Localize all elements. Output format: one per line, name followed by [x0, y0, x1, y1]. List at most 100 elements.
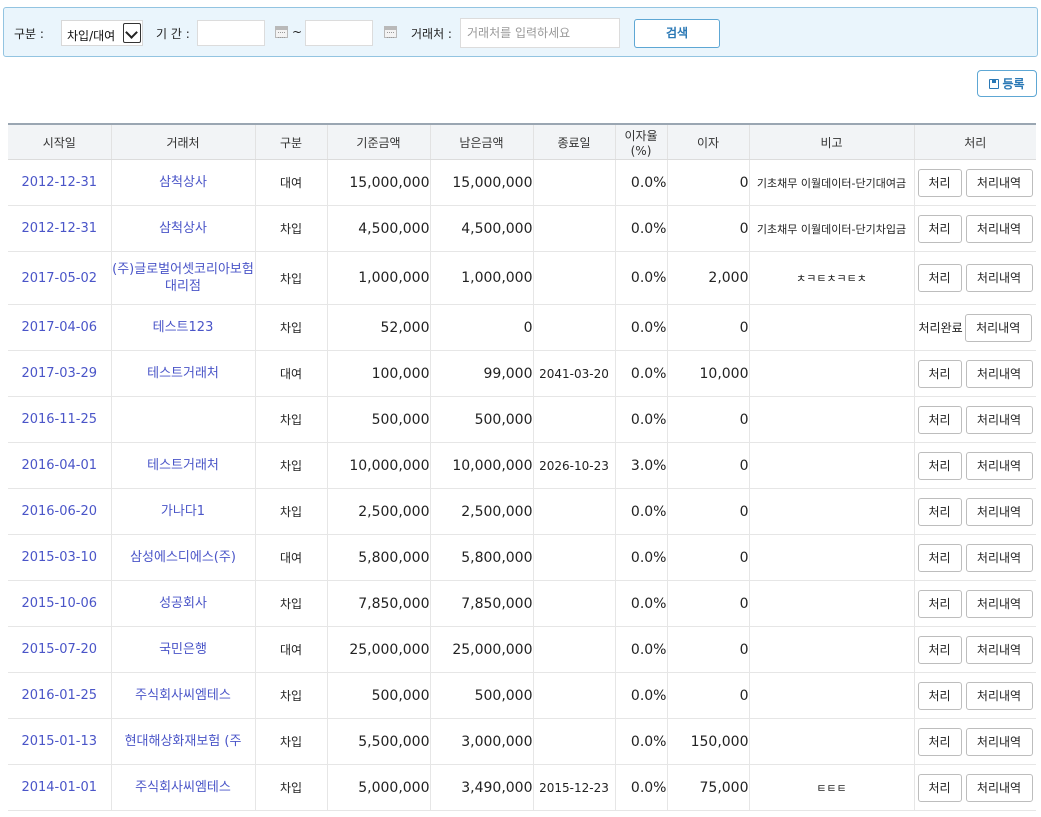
counterparty-cell[interactable]: [111, 396, 256, 443]
counterparty-cell[interactable]: 테스트거래처: [111, 350, 256, 397]
history-button[interactable]: 처리내역: [964, 313, 1032, 342]
counterparty-cell[interactable]: 성공회사: [111, 580, 256, 627]
interest-cell: 0: [667, 205, 750, 252]
end-date-cell: [533, 580, 616, 627]
note-cell: [749, 580, 915, 627]
calendar-icon[interactable]: [275, 26, 288, 38]
interest-rate-cell: 0.0%: [615, 304, 668, 351]
start-date-cell[interactable]: 2016-06-20: [8, 488, 112, 535]
table-row: 2015-07-20 국민은행 대여 25,000,000 25,000,000 0.0%…: [8, 626, 1036, 673]
type-cell: 차입: [255, 251, 328, 305]
counterparty-cell[interactable]: (주)글로벌어셋코리아보험대리점: [111, 251, 256, 305]
process-button[interactable]: 처리: [917, 497, 962, 526]
history-button[interactable]: 처리내역: [965, 497, 1033, 526]
start-date-cell[interactable]: 2016-11-25: [8, 396, 112, 443]
start-date-cell[interactable]: 2015-10-06: [8, 580, 112, 627]
process-button[interactable]: 처리: [917, 727, 962, 756]
base-amount-cell: 500,000: [327, 396, 431, 443]
calendar-icon[interactable]: [384, 26, 397, 38]
counterparty-cell[interactable]: 테스트123: [111, 304, 256, 351]
start-date-cell[interactable]: 2016-04-01: [8, 442, 112, 489]
header-type[interactable]: 구분: [255, 124, 328, 160]
counterparty-cell[interactable]: 삼척상사: [111, 205, 256, 252]
header-base-amount[interactable]: 기준금액: [327, 124, 431, 160]
table-row: 2016-01-25 주식회사씨엠테스 차입 500,000 500,000 0.0% 0 처…: [8, 672, 1036, 719]
counterparty-input[interactable]: [461, 19, 619, 47]
interest-rate-cell: 0.0%: [615, 534, 668, 581]
history-button[interactable]: 처리내역: [965, 451, 1033, 480]
start-date-cell[interactable]: 2015-03-10: [8, 534, 112, 581]
interest-cell: 0: [667, 626, 750, 673]
history-button[interactable]: 처리내역: [965, 168, 1033, 197]
start-date-cell[interactable]: 2016-01-25: [8, 672, 112, 719]
process-button[interactable]: 처리: [917, 589, 962, 618]
history-button[interactable]: 처리내역: [965, 214, 1033, 243]
process-button[interactable]: 처리: [917, 635, 962, 664]
process-button[interactable]: 처리: [917, 543, 962, 572]
history-button[interactable]: 처리내역: [965, 681, 1033, 710]
search-button[interactable]: 검색: [634, 19, 720, 48]
process-button[interactable]: 처리: [917, 773, 962, 802]
start-date-cell[interactable]: 2012-12-31: [8, 205, 112, 252]
process-button[interactable]: 처리: [917, 168, 962, 197]
counterparty-cell[interactable]: 주식회사씨엠테스: [111, 672, 256, 719]
start-date-cell[interactable]: 2014-01-01: [8, 764, 112, 811]
action-cell: 처리 처리내역: [914, 488, 1036, 535]
start-date-cell[interactable]: 2017-03-29: [8, 350, 112, 397]
action-cell: 처리 처리내역: [914, 534, 1036, 581]
header-start-date[interactable]: 시작일: [8, 124, 112, 160]
start-date-cell[interactable]: 2012-12-31: [8, 159, 112, 206]
history-button[interactable]: 처리내역: [965, 635, 1033, 664]
start-date-cell[interactable]: 2015-01-13: [8, 718, 112, 765]
note-cell: [749, 304, 915, 351]
action-cell: 처리 처리내역: [914, 580, 1036, 627]
header-note[interactable]: 비고: [749, 124, 915, 160]
process-button[interactable]: 처리: [917, 451, 962, 480]
end-date-cell: [533, 159, 616, 206]
process-button[interactable]: 처리: [917, 359, 962, 388]
header-remaining-amount[interactable]: 남은금액: [430, 124, 534, 160]
type-label: 구분 :: [14, 27, 44, 41]
history-button[interactable]: 처리내역: [965, 589, 1033, 618]
type-select[interactable]: 차입/대여: [61, 20, 143, 46]
counterparty-cell[interactable]: 삼척상사: [111, 159, 256, 206]
interest-rate-cell: 0.0%: [615, 159, 668, 206]
counterparty-cell[interactable]: 주식회사씨엠테스: [111, 764, 256, 811]
counterparty-cell[interactable]: 현대해상화재보험 (주: [111, 718, 256, 765]
type-cell: 대여: [255, 350, 328, 397]
start-date-cell[interactable]: 2017-04-06: [8, 304, 112, 351]
interest-cell: 0: [667, 488, 750, 535]
period-start-input[interactable]: [197, 20, 265, 46]
history-button[interactable]: 처리내역: [965, 773, 1033, 802]
counterparty-cell[interactable]: 테스트거래처: [111, 442, 256, 489]
history-button[interactable]: 처리내역: [965, 727, 1033, 756]
counterparty-cell[interactable]: 국민은행: [111, 626, 256, 673]
history-button[interactable]: 처리내역: [965, 543, 1033, 572]
chevron-down-icon[interactable]: [123, 23, 141, 43]
period-end-input[interactable]: [305, 20, 373, 46]
action-cell: 처리완료 처리내역: [914, 304, 1036, 351]
remaining-amount-cell: 3,490,000: [430, 764, 534, 811]
header-interest-rate[interactable]: 이자율(%): [615, 124, 668, 160]
end-date-cell: [533, 396, 616, 443]
history-button[interactable]: 처리내역: [965, 359, 1033, 388]
header-counterparty[interactable]: 거래처: [111, 124, 256, 160]
note-cell: ㅌㅌㅌ: [749, 764, 915, 811]
start-date-cell[interactable]: 2015-07-20: [8, 626, 112, 673]
header-end-date[interactable]: 종료일: [533, 124, 616, 160]
interest-cell: 0: [667, 580, 750, 627]
history-button[interactable]: 처리내역: [965, 264, 1033, 292]
end-date-cell: [533, 626, 616, 673]
process-button[interactable]: 처리: [917, 405, 962, 434]
register-button[interactable]: 등록: [977, 70, 1037, 97]
process-button[interactable]: 처리: [917, 681, 962, 710]
counterparty-cell[interactable]: 삼성에스디에스(주): [111, 534, 256, 581]
process-button[interactable]: 처리: [917, 214, 962, 243]
start-date-cell[interactable]: 2017-05-02: [8, 251, 112, 305]
base-amount-cell: 5,500,000: [327, 718, 431, 765]
counterparty-cell[interactable]: 가나다1: [111, 488, 256, 535]
header-interest[interactable]: 이자: [667, 124, 750, 160]
process-button[interactable]: 처리: [917, 264, 962, 292]
history-button[interactable]: 처리내역: [965, 405, 1033, 434]
base-amount-cell: 2,500,000: [327, 488, 431, 535]
